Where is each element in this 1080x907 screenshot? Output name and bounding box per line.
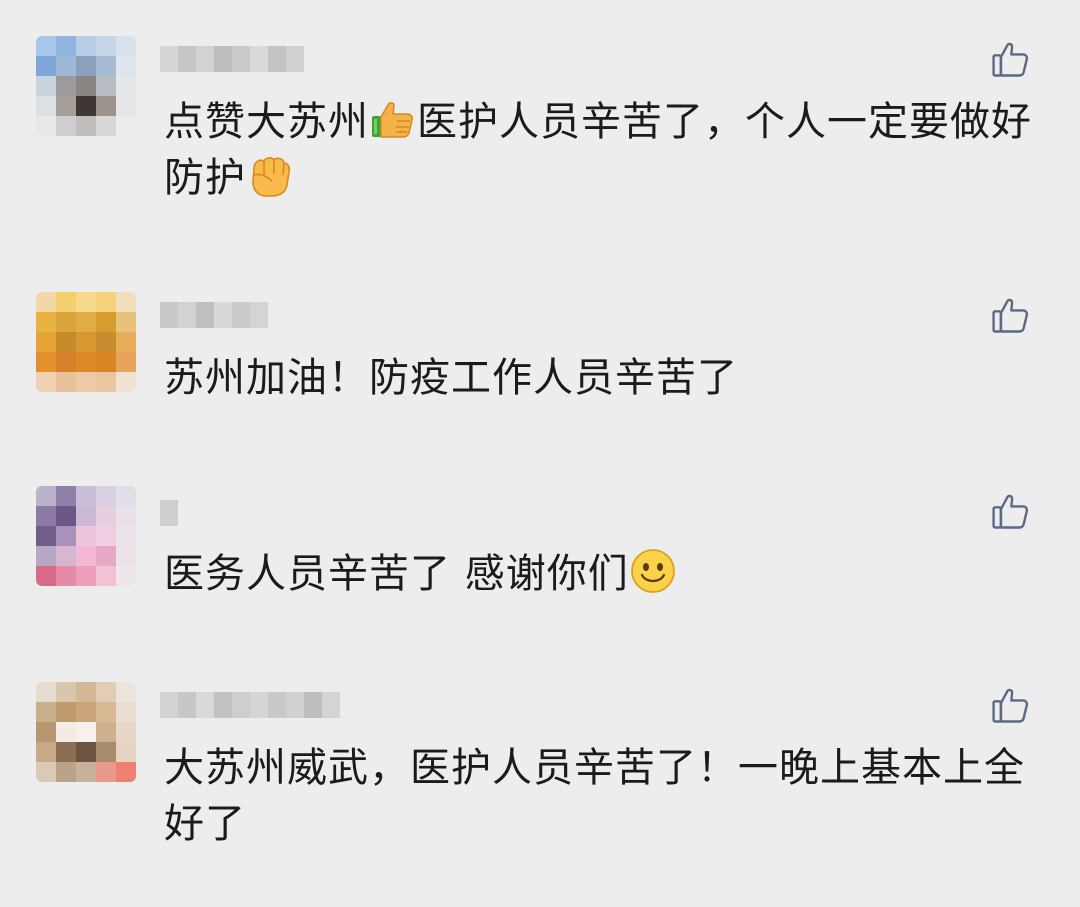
avatar[interactable] xyxy=(36,36,136,136)
smile-emoji xyxy=(630,549,675,593)
nickname-redacted xyxy=(160,500,178,526)
comment-text: 点赞大苏州 医护人员辛苦了，个人一定要做好防护 xyxy=(164,94,1044,206)
avatar[interactable] xyxy=(36,292,136,392)
comment-text-part: 点赞大苏州 xyxy=(164,99,369,145)
fist-emoji xyxy=(252,157,291,197)
like-button[interactable] xyxy=(986,290,1036,340)
thumbs-up-outline-icon xyxy=(992,42,1029,77)
thumbs-up-outline-icon xyxy=(992,494,1029,529)
thumbs-up-outline-icon xyxy=(992,688,1029,723)
thumbs-up-outline-icon xyxy=(992,298,1029,333)
comment-text-part: 医务人员辛苦了 感谢你们 xyxy=(164,551,629,597)
comment-text: 苏州加油！防疫工作人员辛苦了 xyxy=(164,355,738,401)
thumbs-up-emoji xyxy=(372,102,413,138)
like-button[interactable] xyxy=(986,486,1036,536)
nickname-redacted xyxy=(160,46,304,72)
comment-text: 大苏州威武，医护人员辛苦了！一晚上基本上全好了 xyxy=(164,745,1025,847)
nickname-redacted xyxy=(160,692,340,718)
like-button[interactable] xyxy=(986,34,1036,84)
like-button[interactable] xyxy=(986,680,1036,730)
avatar[interactable] xyxy=(36,682,136,782)
comment-text: 医务人员辛苦了 感谢你们 xyxy=(164,546,1044,602)
nickname-redacted xyxy=(160,302,268,328)
avatar[interactable] xyxy=(36,486,136,586)
